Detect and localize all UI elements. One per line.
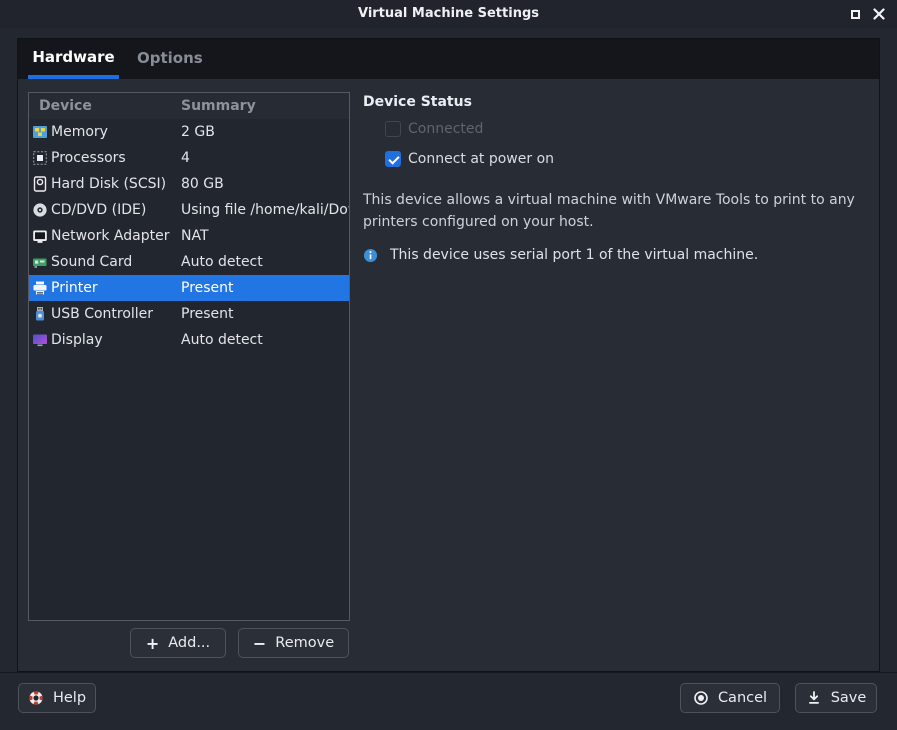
device-row[interactable]: Processors 4 bbox=[29, 145, 349, 171]
tab-options[interactable]: Options bbox=[137, 39, 197, 79]
device-description: This device allows a virtual machine wit… bbox=[363, 190, 878, 233]
device-table[interactable]: Device Summary Memory2 GBProcessors4Hard… bbox=[28, 92, 350, 621]
memory-icon bbox=[32, 124, 48, 140]
column-header-device: Device bbox=[39, 93, 92, 119]
device-name: Processors bbox=[51, 145, 126, 171]
checkbox-icon bbox=[385, 121, 401, 137]
display-icon bbox=[32, 332, 48, 348]
device-table-header: Device Summary bbox=[29, 93, 349, 119]
tab-bar: Hardware Options bbox=[18, 39, 879, 79]
device-status-heading: Device Status bbox=[363, 94, 472, 110]
cancel-button[interactable]: Cancel bbox=[680, 683, 780, 713]
window-title: Virtual Machine Settings bbox=[0, 0, 897, 28]
device-row[interactable]: USB Controller Present bbox=[29, 301, 349, 327]
column-header-summary: Summary bbox=[181, 93, 256, 119]
processors-icon bbox=[32, 150, 48, 166]
save-download-icon bbox=[806, 690, 822, 706]
device-summary: 80 GB bbox=[181, 171, 349, 197]
device-name: Network Adapter bbox=[51, 223, 169, 249]
network-adapter-icon bbox=[32, 228, 48, 244]
device-name: Sound Card bbox=[51, 249, 132, 275]
connected-checkbox[interactable]: Connected bbox=[385, 119, 483, 139]
help-lifering-icon bbox=[28, 690, 44, 706]
cancel-button-label: Cancel bbox=[718, 690, 767, 706]
maximize-icon bbox=[851, 10, 860, 19]
device-name: Display bbox=[51, 327, 103, 353]
device-table-body: Memory 2 GB Processors 4 Hard Disk (SCSI) 80 … bbox=[29, 119, 349, 353]
device-name: Memory bbox=[51, 119, 108, 145]
close-icon bbox=[873, 8, 885, 20]
device-name: Printer bbox=[51, 275, 98, 301]
checkbox-icon bbox=[385, 151, 401, 167]
device-row[interactable]: Printer Present bbox=[29, 275, 349, 301]
serial-port-note: This device uses serial port 1 of the vi… bbox=[363, 247, 878, 263]
plus-icon: + bbox=[146, 634, 159, 653]
device-summary: Auto detect bbox=[181, 327, 349, 353]
tab-hardware[interactable]: Hardware bbox=[28, 39, 119, 79]
save-button[interactable]: Save bbox=[795, 683, 877, 713]
titlebar: Virtual Machine Settings bbox=[0, 0, 897, 28]
hard-disk-icon bbox=[32, 176, 48, 192]
device-row[interactable]: Display Auto detect bbox=[29, 327, 349, 353]
sound-card-icon bbox=[32, 254, 48, 270]
add-button-label: Add... bbox=[168, 635, 210, 651]
cancel-icon bbox=[693, 690, 709, 706]
device-name: Hard Disk (SCSI) bbox=[51, 171, 166, 197]
info-icon bbox=[363, 248, 378, 263]
device-row[interactable]: Hard Disk (SCSI) 80 GB bbox=[29, 171, 349, 197]
device-summary: Auto detect bbox=[181, 249, 349, 275]
serial-port-note-text: This device uses serial port 1 of the vi… bbox=[390, 247, 758, 263]
device-row[interactable]: Network Adapter NAT bbox=[29, 223, 349, 249]
device-summary: NAT bbox=[181, 223, 349, 249]
device-row[interactable]: Memory 2 GB bbox=[29, 119, 349, 145]
minus-icon: − bbox=[253, 634, 266, 653]
virtual-machine-settings-window: { "window": { "title": "Virtual Machine … bbox=[0, 0, 897, 730]
device-summary: 2 GB bbox=[181, 119, 349, 145]
cd-dvd-icon bbox=[32, 202, 48, 218]
usb-controller-icon bbox=[32, 306, 48, 322]
device-summary: Present bbox=[181, 275, 349, 301]
help-button-label: Help bbox=[53, 690, 86, 706]
save-button-label: Save bbox=[831, 690, 867, 706]
device-name: USB Controller bbox=[51, 301, 153, 327]
device-name: CD/DVD (IDE) bbox=[51, 197, 146, 223]
connected-checkbox-label: Connected bbox=[408, 121, 483, 137]
add-device-button[interactable]: + Add... bbox=[130, 628, 226, 658]
help-button[interactable]: Help bbox=[18, 683, 96, 713]
maximize-button[interactable] bbox=[845, 5, 865, 23]
device-summary: Present bbox=[181, 301, 349, 327]
device-summary: 4 bbox=[181, 145, 349, 171]
device-row[interactable]: CD/DVD (IDE) Using file /home/kali/Dow bbox=[29, 197, 349, 223]
close-button[interactable] bbox=[869, 5, 889, 23]
connect-at-power-on-checkbox[interactable]: Connect at power on bbox=[385, 149, 554, 169]
connect-at-power-on-checkbox-label: Connect at power on bbox=[408, 151, 554, 167]
device-row[interactable]: Sound Card Auto detect bbox=[29, 249, 349, 275]
printer-icon bbox=[32, 280, 48, 296]
remove-button-label: Remove bbox=[275, 635, 334, 651]
remove-device-button[interactable]: − Remove bbox=[238, 628, 349, 658]
device-summary: Using file /home/kali/Dow bbox=[181, 197, 349, 223]
